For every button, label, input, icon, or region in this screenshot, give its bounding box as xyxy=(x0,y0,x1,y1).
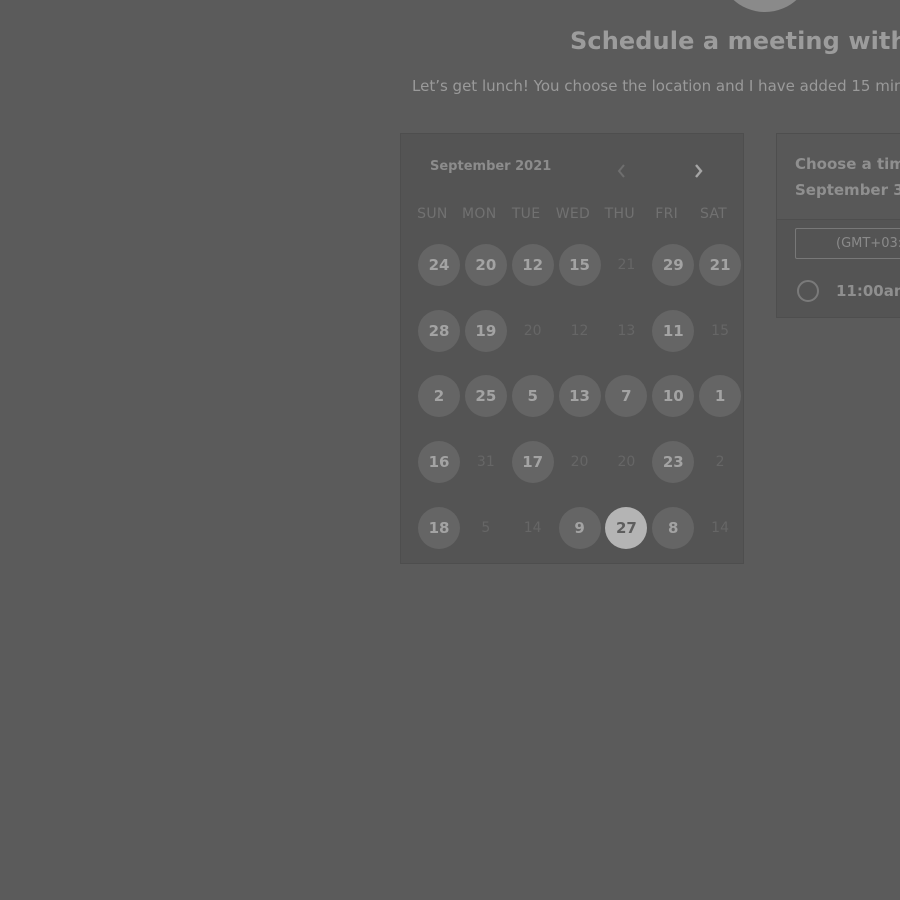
calendar-day[interactable]: 12 xyxy=(511,244,554,286)
time-panel-header: Choose a tim September 3 xyxy=(777,134,900,220)
calendar-day[interactable]: 19 xyxy=(464,309,507,352)
calendar-day[interactable]: 9 xyxy=(558,506,601,549)
calendar-day: 14 xyxy=(711,519,729,536)
time-panel: Choose a tim September 3 (GMT+03: 11:00a… xyxy=(776,133,900,318)
weekday-label: WED xyxy=(555,206,591,222)
calendar-day[interactable]: 18 xyxy=(418,506,460,549)
calendar-day[interactable]: 21 xyxy=(699,244,742,286)
page-title: Schedule a meeting with 6 xyxy=(570,27,900,55)
calendar-day[interactable]: 16 xyxy=(418,441,460,484)
page-subtitle: Let’s get lunch! You choose the location… xyxy=(412,77,900,95)
weekday-label: THU xyxy=(604,206,635,222)
calendar-day[interactable]: 17 xyxy=(511,441,554,484)
calendar-day[interactable]: 23 xyxy=(652,441,695,484)
calendar-day: 5 xyxy=(481,519,491,536)
weekday-header: SUN MON TUE WED THU FRI SAT xyxy=(409,206,737,222)
calendar-day[interactable]: 25 xyxy=(464,375,507,418)
time-slot[interactable]: 11:00am xyxy=(797,280,900,302)
calendar-day[interactable]: 1 xyxy=(699,375,742,418)
radio-button[interactable] xyxy=(797,280,819,302)
weekday-label: SAT xyxy=(699,206,728,222)
weekday-label: MON xyxy=(462,206,497,222)
time-slot-label: 11:00am xyxy=(836,282,900,300)
timezone-select[interactable]: (GMT+03: xyxy=(795,228,900,259)
calendar-day: 15 xyxy=(711,322,729,339)
calendar-day[interactable]: 15 xyxy=(558,244,601,286)
calendar-day[interactable]: 13 xyxy=(558,375,601,418)
calendar-day[interactable]: 8 xyxy=(652,506,695,549)
month-label: September 2021 xyxy=(430,159,552,174)
chevron-right-icon xyxy=(695,164,703,178)
selected-date-label: September 3 xyxy=(795,181,900,199)
selected-day[interactable]: 27 xyxy=(605,506,648,549)
weekday-label: TUE xyxy=(511,206,541,222)
calendar-day[interactable]: 24 xyxy=(418,244,460,286)
calendar-day[interactable]: 10 xyxy=(652,375,695,418)
calendar-day[interactable]: 11 xyxy=(652,309,695,352)
calendar-day: 20 xyxy=(570,454,589,471)
weekday-label: FRI xyxy=(655,206,679,222)
weekday-label: SUN xyxy=(417,206,448,222)
calendar-day[interactable]: 2 xyxy=(418,375,460,418)
calendar-day[interactable]: 7 xyxy=(605,375,648,418)
calendar-day: 13 xyxy=(617,322,636,339)
calendar-day[interactable]: 20 xyxy=(464,244,507,286)
calendar-day: 12 xyxy=(570,322,589,339)
calendar-day: 2 xyxy=(715,454,725,471)
calendar-day: 20 xyxy=(617,454,636,471)
chevron-left-icon xyxy=(617,164,625,178)
next-month-button[interactable] xyxy=(688,160,708,182)
time-panel-heading: Choose a tim xyxy=(795,155,900,173)
prev-month-button[interactable] xyxy=(612,160,632,182)
scheduling-page: Schedule a meeting with 6 Let’s get lunc… xyxy=(0,0,900,900)
calendar: September 2021 SUN MON TUE WED THU FRI S… xyxy=(400,133,744,564)
calendar-day[interactable]: 28 xyxy=(418,309,460,352)
calendar-day: 14 xyxy=(523,519,542,536)
calendar-day: 20 xyxy=(523,322,542,339)
calendar-day[interactable]: 29 xyxy=(652,244,695,286)
calendar-day: 31 xyxy=(476,454,495,471)
avatar xyxy=(718,0,812,12)
calendar-day[interactable]: 5 xyxy=(511,375,554,418)
calendar-day: 21 xyxy=(617,257,636,273)
